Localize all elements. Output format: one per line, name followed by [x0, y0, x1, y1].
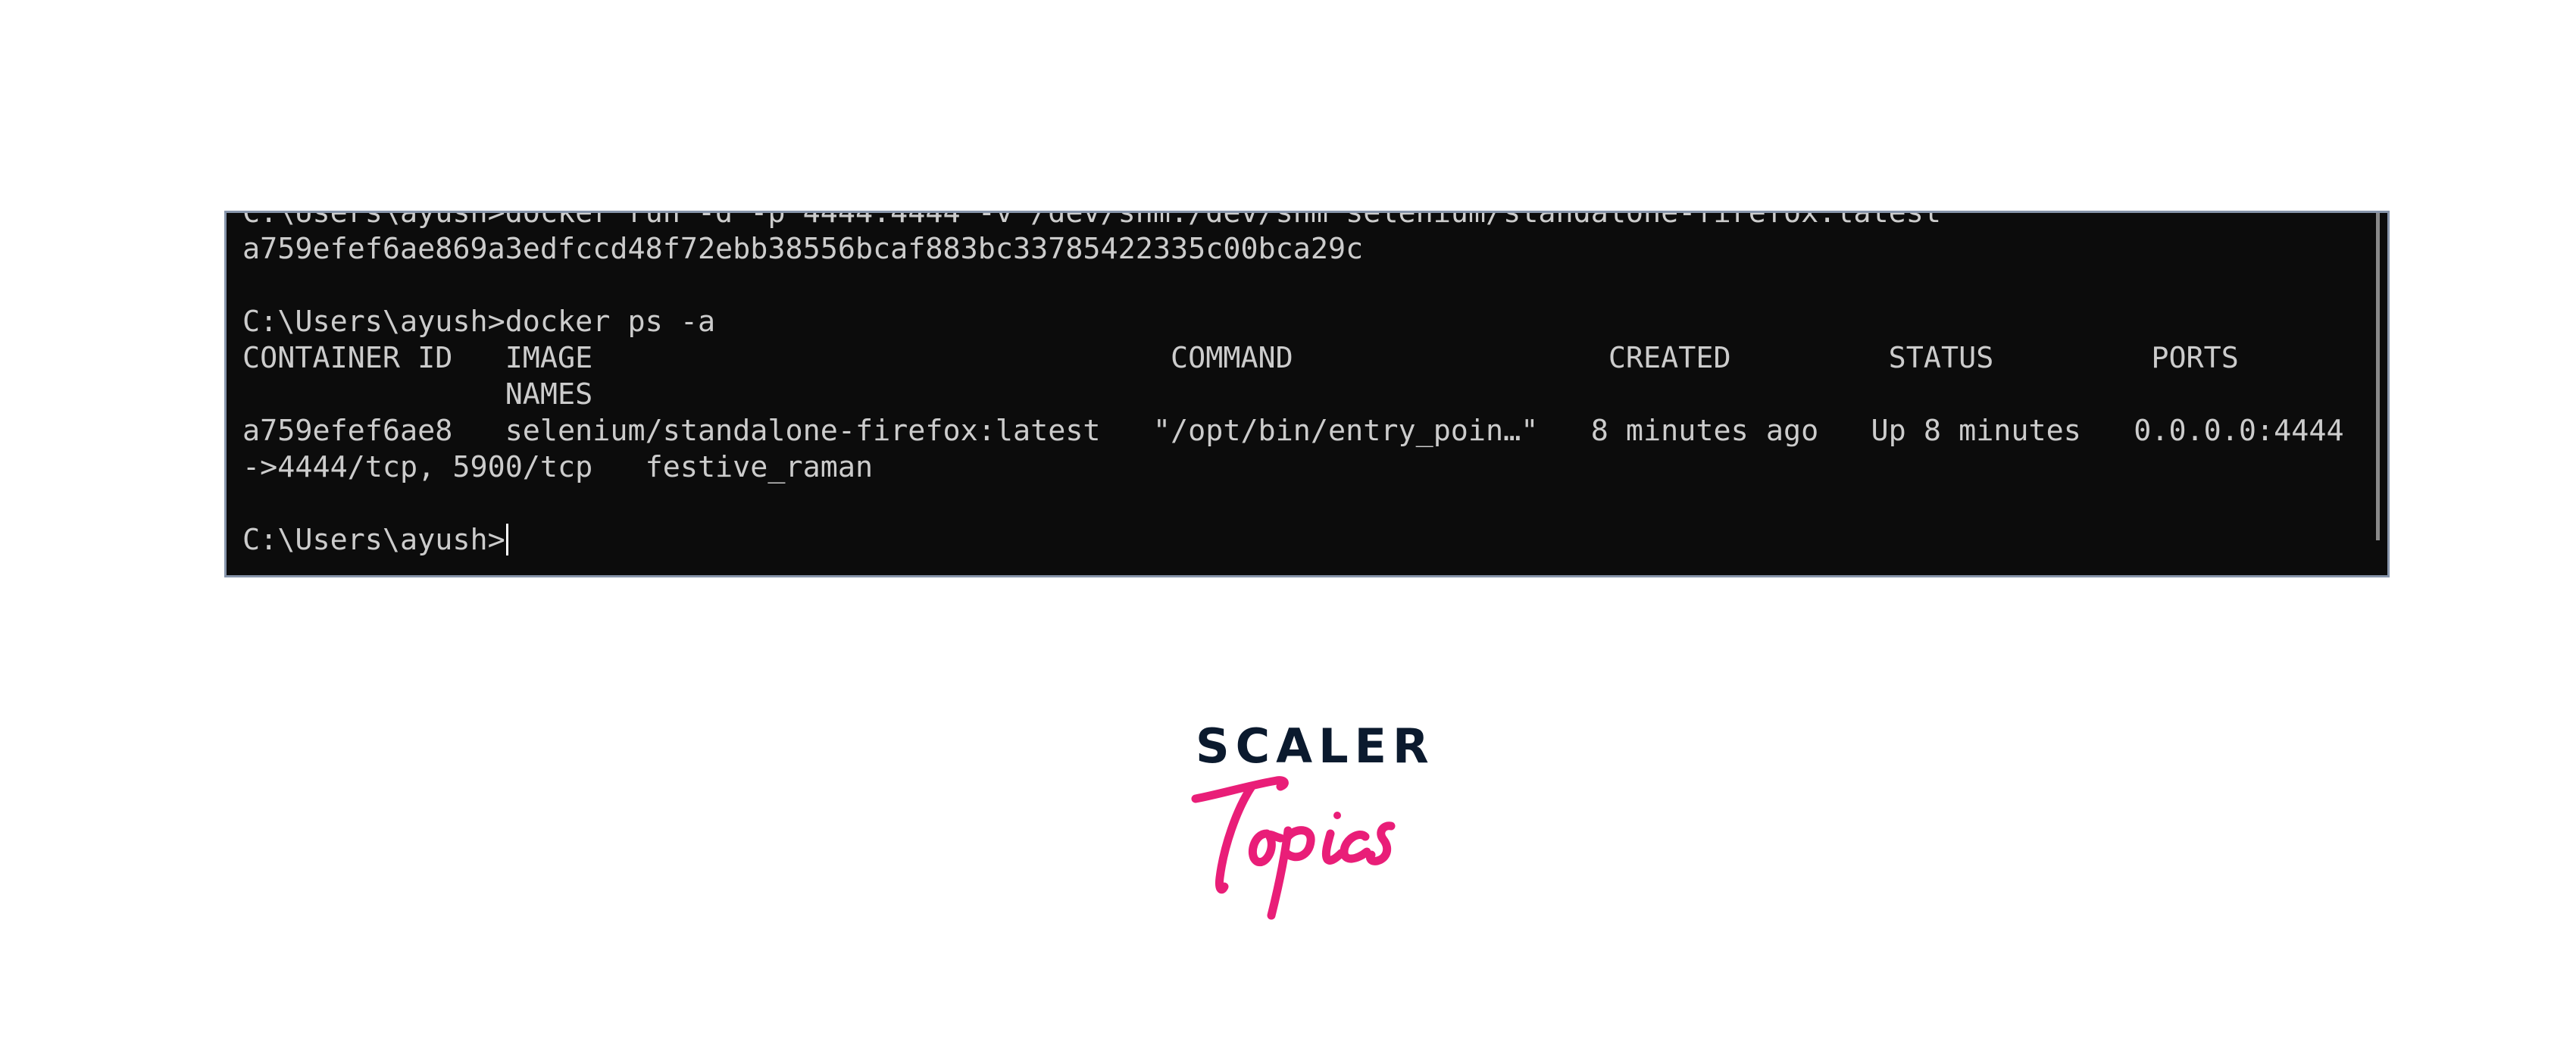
- logo-topics-p: [1267, 826, 1315, 920]
- scaler-topics-logo: SCALER: [1182, 720, 1429, 920]
- terminal-prompt-line[interactable]: C:\Users\ayush>: [242, 522, 2344, 559]
- terminal-window[interactable]: C:\Users\ayush>docker run -d -p 4444:444…: [224, 211, 2390, 577]
- text-cursor: [505, 524, 508, 555]
- terminal-line-container-hash: a759efef6ae869a3edfccd48f72ebb38556bcaf8…: [242, 232, 1364, 266]
- logo-topics-s: [1365, 821, 1396, 865]
- logo-topics-i: [1321, 829, 1346, 865]
- terminal-line-docker-ps: C:\Users\ayush>docker ps -a: [242, 305, 716, 339]
- logo-topics-script: [1191, 776, 1396, 920]
- terminal-output: C:\Users\ayush>docker run -d -p 4444:444…: [242, 211, 2344, 559]
- logo-topics-o: [1249, 829, 1285, 866]
- terminal-line-table-row: a759efef6ae8 selenium/standalone-firefox…: [242, 414, 2344, 448]
- terminal-prompt: C:\Users\ayush>: [242, 523, 505, 557]
- terminal-line-table-header-wrap: NAMES: [242, 377, 593, 411]
- terminal-scrollbar[interactable]: [2376, 213, 2380, 540]
- terminal-line-table-row-wrap: ->4444/tcp, 5900/tcp festive_raman: [242, 450, 874, 484]
- terminal-line-docker-run: C:\Users\ayush>docker run -d -p 4444:444…: [242, 211, 1941, 230]
- logo-topics-c: [1340, 831, 1371, 863]
- logo-topics-T-bar: [1191, 776, 1289, 803]
- logo-topics-T-stem: [1215, 782, 1256, 894]
- terminal-line-table-header: CONTAINER ID IMAGE COMMAND CREATED STATU…: [242, 341, 2239, 375]
